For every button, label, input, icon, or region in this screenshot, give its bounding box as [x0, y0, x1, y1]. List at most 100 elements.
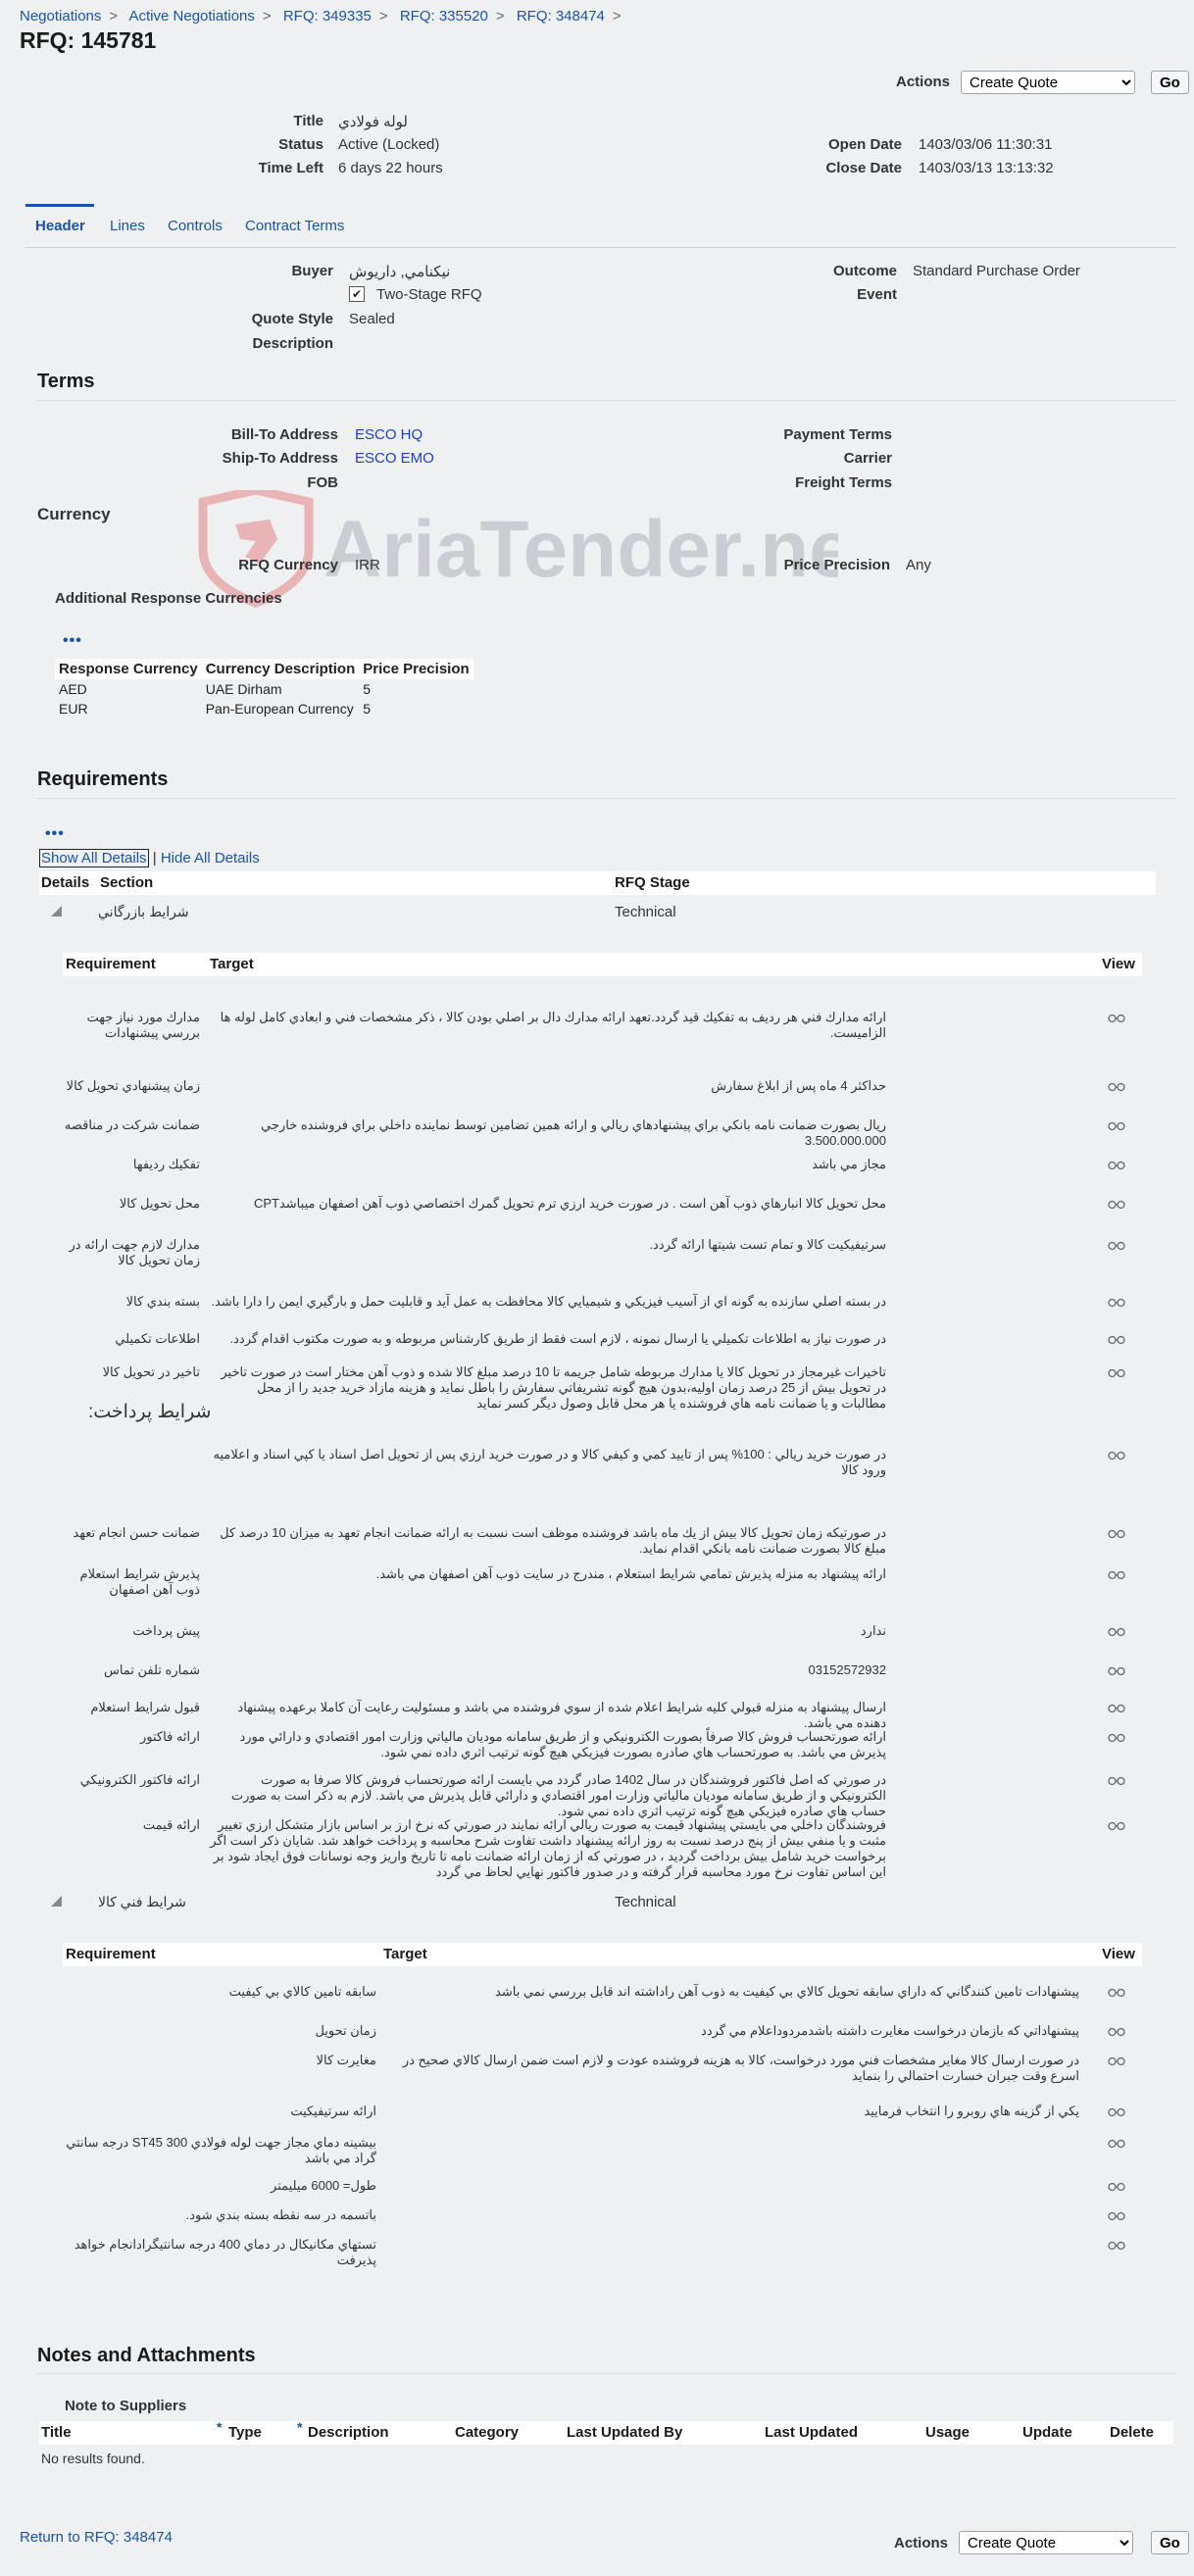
collapse-section-icon[interactable] [51, 906, 62, 916]
tab-contract-terms[interactable]: Contract Terms [245, 218, 344, 234]
glasses-icon[interactable] [1108, 1625, 1125, 1640]
status-label: Status [278, 136, 323, 153]
return-link[interactable]: Return to RFQ: 348474 [20, 2529, 173, 2546]
show-all-details-link[interactable]: Show All Details [39, 849, 149, 867]
breadcrumb-negotiations[interactable]: Negotiations [20, 8, 101, 25]
fob-label: FOB [307, 474, 338, 491]
glasses-icon[interactable] [1108, 1449, 1125, 1463]
open-date-value: 1403/03/06 11:30:31 [919, 136, 1053, 153]
glasses-icon[interactable] [1108, 1527, 1125, 1542]
requirement-target: 03152572932 [808, 1662, 886, 1677]
requirement-label: اطلاعات تكميلي [115, 1331, 200, 1346]
currency-heading: Currency [37, 505, 111, 523]
bill-to-link[interactable]: ESCO HQ [355, 426, 423, 443]
ship-to-link[interactable]: ESCO EMO [355, 450, 434, 467]
glasses-icon[interactable] [1108, 1702, 1125, 1716]
glasses-icon[interactable] [1108, 2025, 1125, 2040]
collapse-section-icon[interactable] [51, 1896, 62, 1907]
breadcrumb: Negotiations > Active Negotiations > RFQ: … [20, 8, 622, 25]
requirement-label: باتسمه در سه نقطه بسته بندي شود. [185, 2207, 376, 2222]
close-date-label: Close Date [825, 160, 902, 176]
glasses-icon[interactable] [1108, 2055, 1125, 2069]
requirement-label: پذيرش شرايط استعلام ذوب آهن اصفهان [79, 1566, 200, 1597]
time-left-value: 6 days 22 hours [338, 160, 443, 176]
actions-select[interactable]: Create Quote [961, 71, 1135, 94]
glasses-icon[interactable] [1108, 1819, 1125, 1834]
currency-table: Response Currency Currency Description P… [55, 659, 473, 718]
buyer-label: Buyer [291, 263, 333, 279]
glasses-icon[interactable] [1108, 1012, 1125, 1026]
requirement-label: مغايرت كالا [316, 2053, 376, 2067]
col-title: Title [41, 2424, 72, 2441]
table-row: EUR Pan-European Currency 5 [59, 701, 372, 717]
notes-heading: Notes and Attachments [37, 2345, 256, 2366]
rfq-currency-label: RFQ Currency [238, 557, 338, 573]
requirement-label: ارائه قيمت [142, 1817, 200, 1832]
required-icon: * [217, 2419, 223, 2435]
col-requirement: Requirement [66, 956, 156, 972]
watermark-logo: AriaTender.neT [198, 490, 838, 608]
col-target: Target [383, 1946, 427, 1962]
col-section: Section [100, 874, 154, 891]
requirement-target: در صورت ارسال كالا مغاير مشخصات فني مورد… [402, 2053, 1079, 2083]
two-stage-label: Two-Stage RFQ [376, 286, 482, 303]
open-date-label: Open Date [827, 136, 902, 153]
requirement-label: محل تحويل كالا [119, 1196, 200, 1211]
go-button[interactable]: Go [1151, 71, 1189, 94]
glasses-icon[interactable] [1108, 1366, 1125, 1381]
glasses-icon[interactable] [1108, 1296, 1125, 1311]
glasses-icon[interactable] [1108, 1774, 1125, 1789]
glasses-icon[interactable] [1108, 1986, 1125, 2001]
watermark-text: AriaTender.neT [323, 505, 838, 594]
more-actions-icon[interactable]: ••• [63, 632, 82, 650]
actions-select[interactable]: Create Quote [959, 2531, 1133, 2554]
two-stage-checkbox[interactable]: ✔ [349, 286, 365, 302]
glasses-icon[interactable] [1108, 2105, 1125, 2120]
requirement-target: ندارد [860, 1623, 886, 1638]
col-currency-description: Currency Description [201, 659, 360, 679]
breadcrumb-active-negotiations[interactable]: Active Negotiations [129, 8, 255, 25]
hide-all-details-link[interactable]: Hide All Details [161, 850, 260, 867]
glasses-icon[interactable] [1108, 1198, 1125, 1213]
requirement-target: ارائه صورتحساب فروش كالا صرفاً بصورت الك… [239, 1729, 886, 1759]
breadcrumb-rfq-348474[interactable]: RFQ: 348474 [517, 8, 605, 25]
col-target: Target [210, 956, 254, 972]
tab-controls[interactable]: Controls [168, 218, 223, 234]
glasses-icon[interactable] [1108, 2239, 1125, 2254]
glasses-icon[interactable] [1108, 1159, 1125, 1173]
glasses-icon[interactable] [1108, 1239, 1125, 1254]
col-view: View [1102, 1946, 1135, 1962]
requirement-target: در صورتيكه زمان تحويل كالا بيش از يك ماه… [220, 1525, 886, 1556]
additional-currencies-heading: Additional Response Currencies [55, 590, 282, 607]
glasses-icon[interactable] [1108, 2209, 1125, 2224]
glasses-icon[interactable] [1108, 1568, 1125, 1583]
glasses-icon[interactable] [1108, 2180, 1125, 2195]
breadcrumb-rfq-335520[interactable]: RFQ: 335520 [400, 8, 488, 25]
section-name: شرايط فني كالا [98, 1894, 186, 1909]
freight-terms-label: Freight Terms [795, 474, 892, 491]
requirement-target: يكي از گزينه هاي روبرو را انتخاب فرماييد [864, 2104, 1079, 2118]
table-row: AED UAE Dirham 5 [59, 681, 372, 697]
breadcrumb-rfq-349335[interactable]: RFQ: 349335 [283, 8, 372, 25]
section-stage: Technical [615, 1894, 676, 1910]
required-icon: * [297, 2419, 303, 2435]
glasses-icon[interactable] [1108, 1731, 1125, 1746]
requirement-subtable-header [63, 1943, 1142, 1966]
glasses-icon[interactable] [1108, 1333, 1125, 1348]
tab-header[interactable]: Header [35, 218, 85, 234]
glasses-icon[interactable] [1108, 2137, 1125, 2152]
tab-bar: Header Lines Controls Contract Terms [25, 204, 1176, 248]
requirement-target: پيشنهاداتي كه بازمان درخواست مغايرت داشت… [701, 2023, 1079, 2038]
tab-lines[interactable]: Lines [110, 218, 145, 234]
glasses-icon[interactable] [1108, 1664, 1125, 1679]
glasses-icon[interactable] [1108, 1080, 1125, 1095]
requirement-label: شماره تلفن تماس [103, 1662, 200, 1677]
requirement-target: سرتيفيكيت كالا و تمام تست شيتها ارائه گر… [649, 1237, 886, 1252]
more-actions-icon[interactable]: ••• [45, 825, 65, 843]
col-type: Type [228, 2424, 262, 2441]
glasses-icon[interactable] [1108, 1119, 1125, 1134]
price-precision-label: Price Precision [783, 557, 890, 573]
requirement-target: حداكثر 4 ماه پس از ابلاغ سفارش [711, 1078, 886, 1093]
go-button[interactable]: Go [1151, 2531, 1189, 2554]
time-left-label: Time Left [258, 160, 323, 176]
